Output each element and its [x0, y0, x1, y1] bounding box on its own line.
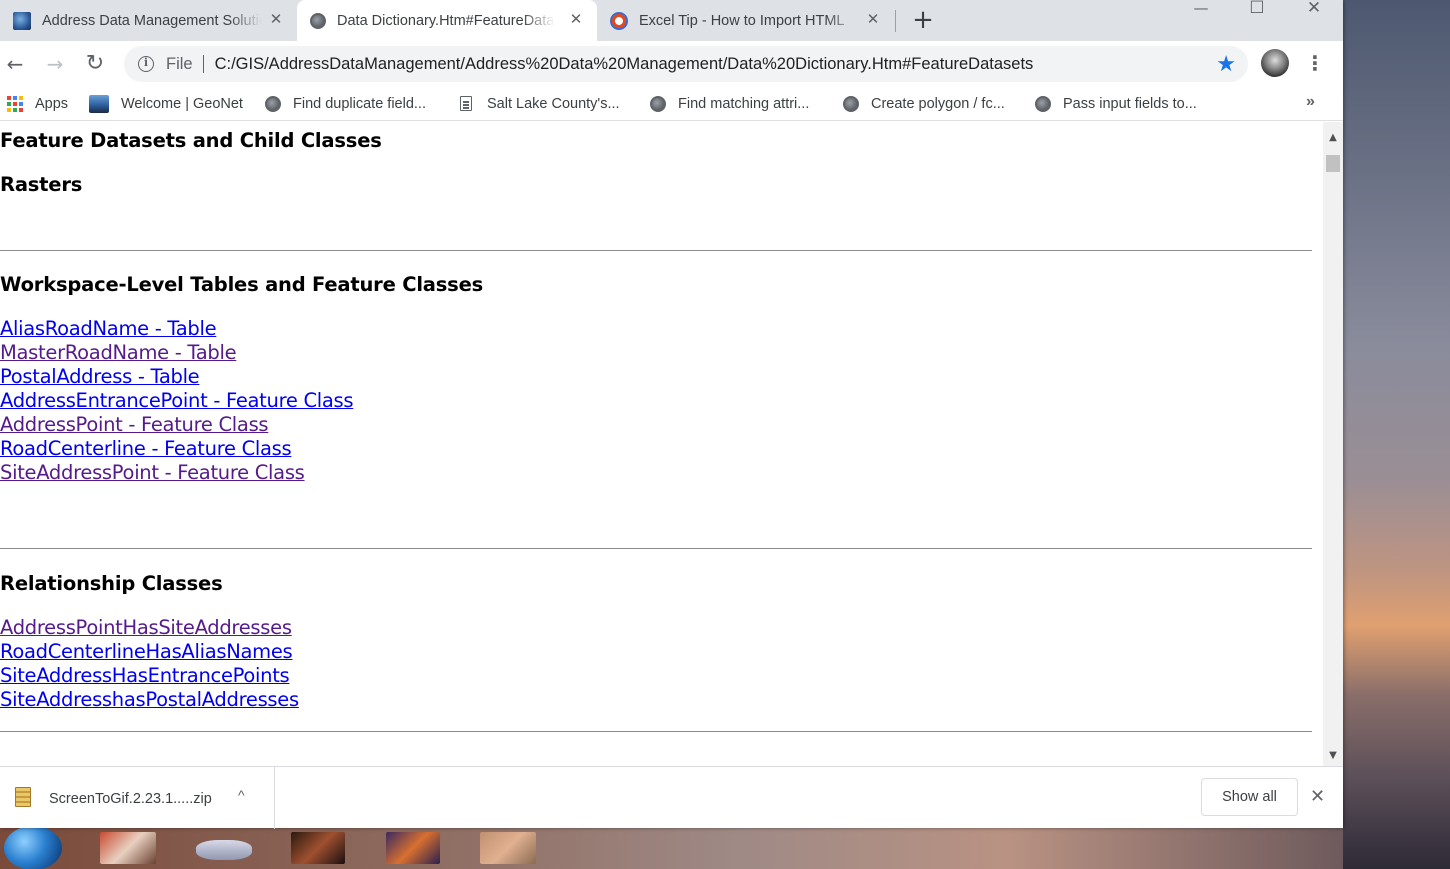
divider: [0, 548, 1312, 549]
profile-avatar[interactable]: [1261, 49, 1289, 77]
omnibox-divider: [202, 55, 204, 73]
scroll-up-arrow-icon[interactable]: ▲: [1323, 129, 1343, 146]
globe-icon: [843, 95, 859, 112]
start-globe-icon[interactable]: [4, 826, 62, 869]
url-text[interactable]: C:/GIS/AddressDataManagement/Address%20D…: [215, 55, 1034, 74]
tab-close-icon[interactable]: ✕: [567, 11, 585, 29]
bookmark-label: Welcome | GeoNet: [121, 95, 243, 112]
link-address-entrance-point[interactable]: AddressEntrancePoint - Feature Class: [0, 389, 354, 412]
taskbar-thumbnail-5[interactable]: [480, 832, 536, 864]
scrollbar-thumb[interactable]: [1326, 155, 1340, 172]
link-road-centerline[interactable]: RoadCenterline - Feature Class: [0, 437, 292, 460]
tab-address-data-management[interactable]: Address Data Management Solution ✕: [0, 0, 297, 41]
new-tab-button[interactable]: +: [908, 6, 938, 36]
arcgis-icon: [13, 11, 31, 30]
heading-workspace-level: Workspace-Level Tables and Feature Class…: [0, 273, 484, 296]
bookmark-geonet[interactable]: Welcome | GeoNet: [89, 86, 243, 121]
forward-button[interactable]: →: [40, 49, 70, 79]
zip-file-icon: [15, 787, 31, 807]
tab-excel-tip[interactable]: Excel Tip - How to Import HTML ✕: [597, 0, 894, 41]
bookmark-label: Find matching attri...: [678, 95, 810, 112]
link-address-point[interactable]: AddressPoint - Feature Class: [0, 413, 269, 436]
heading-feature-datasets: Feature Datasets and Child Classes: [0, 129, 382, 152]
globe-icon: [265, 95, 281, 112]
tab-title: Address Data Management Solution: [42, 12, 262, 29]
menu-kebab-icon[interactable]: ⋮: [1305, 49, 1325, 79]
bookmark-label: Salt Lake County's...: [487, 95, 620, 112]
bookmarks-overflow-icon[interactable]: »: [1306, 93, 1315, 111]
divider: [0, 250, 1312, 251]
close-window-button[interactable]: ✕: [1291, 0, 1337, 30]
bookmark-create-polygon[interactable]: Create polygon / fc...: [843, 86, 1005, 121]
tab-strip: Address Data Management Solution ✕ Data …: [0, 0, 1343, 41]
browser-window: Address Data Management Solution ✕ Data …: [0, 0, 1343, 829]
excel-tip-icon: [610, 11, 628, 30]
taskbar-thumbnail-1[interactable]: [100, 832, 156, 864]
tab-data-dictionary[interactable]: Data Dictionary.Htm#FeatureDatasets ✕: [297, 0, 597, 41]
bookmark-star-icon[interactable]: ★: [1216, 52, 1236, 76]
bookmark-label: Pass input fields to...: [1063, 95, 1197, 112]
bookmark-salt-lake-county[interactable]: Salt Lake County's...: [457, 86, 620, 121]
download-file-name: ScreenToGif.2.23.1.....zip: [49, 791, 212, 807]
tab-title: Excel Tip - How to Import HTML: [639, 12, 845, 29]
maximize-button[interactable]: ☐: [1234, 0, 1280, 30]
geonet-icon: [89, 94, 109, 113]
bookmark-label: Apps: [35, 95, 69, 112]
scheme-label: File: [166, 54, 193, 73]
bookmark-pass-input[interactable]: Pass input fields to...: [1035, 86, 1197, 121]
tab-close-icon[interactable]: ✕: [864, 11, 882, 29]
link-master-road-name[interactable]: MasterRoadName - Table: [0, 341, 237, 364]
link-site-address-point[interactable]: SiteAddressPoint - Feature Class: [0, 461, 305, 484]
link-site-address-has-postal-addresses[interactable]: SiteAddresshasPostalAddresses: [0, 688, 299, 711]
apps-grid-icon: [7, 95, 23, 112]
download-shelf: ScreenToGif.2.23.1.....zip ^ Show all ✕: [0, 766, 1343, 829]
link-road-centerline-has-alias-names[interactable]: RoadCenterlineHasAliasNames: [0, 640, 293, 663]
chevron-up-icon[interactable]: ^: [238, 787, 245, 803]
close-shelf-icon[interactable]: ✕: [1310, 786, 1325, 806]
bookmark-label: Create polygon / fc...: [871, 95, 1005, 112]
minimize-button[interactable]: —: [1178, 0, 1224, 30]
desktop-wallpaper: [1343, 0, 1450, 869]
document-icon: [460, 96, 472, 111]
globe-icon: [1035, 95, 1051, 112]
address-bar[interactable]: File C:/GIS/AddressDataManagement/Addres…: [124, 46, 1248, 82]
site-info-icon[interactable]: [138, 56, 154, 72]
tab-close-icon[interactable]: ✕: [267, 11, 285, 29]
taskbar-thumbnail-4[interactable]: [386, 832, 440, 864]
globe-icon: [650, 95, 666, 112]
browser-toolbar: ← → ↻ File C:/GIS/AddressDataManagement/…: [0, 41, 1343, 86]
taskbar-thumbnail-3[interactable]: [291, 832, 345, 864]
link-alias-road-name[interactable]: AliasRoadName - Table: [0, 317, 217, 340]
link-postal-address[interactable]: PostalAddress - Table: [0, 365, 200, 388]
heading-rasters: Rasters: [0, 173, 83, 196]
link-site-address-has-entrance-points[interactable]: SiteAddressHasEntrancePoints: [0, 664, 290, 687]
heading-relationship-classes: Relationship Classes: [0, 572, 223, 595]
bookmarks-bar: Apps Welcome | GeoNet Find duplicate fie…: [0, 86, 1343, 121]
tab-title: Data Dictionary.Htm#FeatureDatasets: [337, 12, 555, 29]
bookmark-apps[interactable]: Apps: [0, 86, 68, 121]
download-item[interactable]: ScreenToGif.2.23.1.....zip ^: [0, 767, 275, 829]
show-all-button[interactable]: Show all: [1201, 778, 1298, 816]
back-button[interactable]: ←: [0, 49, 30, 79]
tab-separator: [895, 10, 896, 32]
divider: [0, 731, 1312, 732]
page-content: Feature Datasets and Child Classes Raste…: [0, 122, 1320, 766]
reload-button[interactable]: ↻: [80, 49, 110, 79]
taskbar-thumbnail-2[interactable]: [196, 840, 252, 860]
bookmark-find-duplicate[interactable]: Find duplicate field...: [265, 86, 426, 121]
scroll-down-arrow-icon[interactable]: ▼: [1323, 747, 1343, 764]
link-address-point-has-site-addresses[interactable]: AddressPointHasSiteAddresses: [0, 616, 292, 639]
page-scrollbar[interactable]: ▲ ▼: [1323, 122, 1343, 766]
globe-icon: [310, 12, 326, 29]
bookmark-find-matching[interactable]: Find matching attri...: [650, 86, 809, 121]
bookmark-label: Find duplicate field...: [293, 95, 426, 112]
